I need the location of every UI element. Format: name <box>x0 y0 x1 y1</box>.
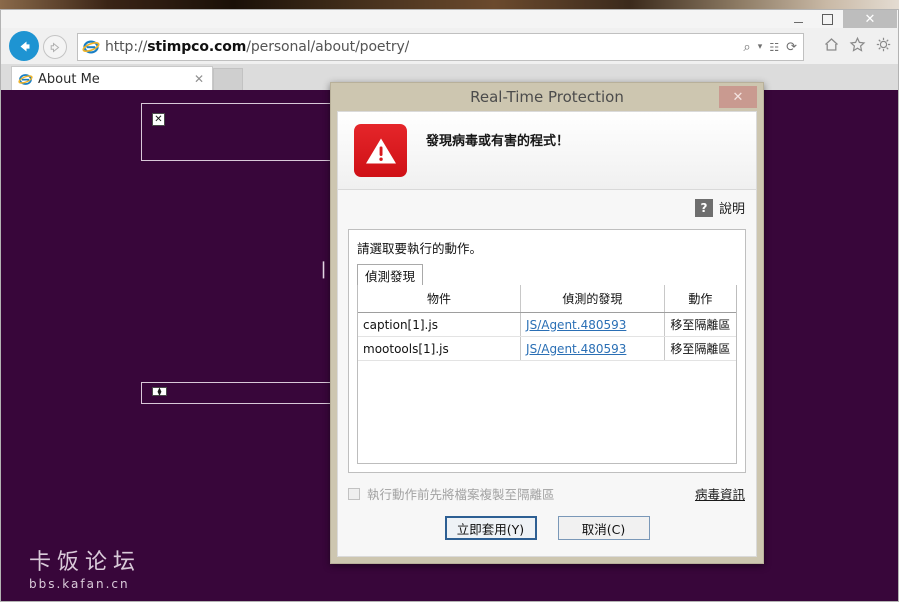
window-minimize-button[interactable] <box>784 10 812 28</box>
dialog-footer: 執行動作前先將檔案複製至隔離區 病毒資訊 立即套用(Y) 取消(C) <box>338 480 756 556</box>
watermark-title: 卡饭论坛 <box>29 550 142 575</box>
help-label: 說明 <box>718 202 745 217</box>
broken-image-icon: ⧫ <box>152 387 167 396</box>
url-scheme: http:// <box>105 39 148 55</box>
minimize-icon <box>793 21 803 23</box>
cell-threat: JS/Agent.480593 <box>520 312 665 337</box>
dialog-header: 發現病毒或有害的程式！ <box>338 112 756 190</box>
gear-icon[interactable] <box>875 36 892 53</box>
watermark: 卡饭论坛 bbs.kafan.cn <box>29 544 141 591</box>
maximize-icon <box>821 13 833 25</box>
back-arrow-icon <box>20 41 29 51</box>
cell-threat: JS/Agent.480593 <box>520 336 665 361</box>
virus-info-link[interactable]: 病毒資訊 <box>695 484 745 503</box>
column-header-action: 動作 <box>664 285 736 313</box>
column-header-threat: 偵測的發現 <box>520 285 665 313</box>
url-path: /personal/about/poetry/ <box>246 39 410 55</box>
url-input[interactable]: http://stimpco.com/personal/about/poetry… <box>77 33 804 61</box>
star-icon[interactable] <box>849 36 866 53</box>
detections-table: 物件 偵測的發現 動作 caption[1].js JS/Agent.48059… <box>358 285 736 361</box>
new-tab-button[interactable] <box>213 68 243 91</box>
window-maximize-button[interactable] <box>813 10 841 28</box>
warning-triangle-icon <box>354 124 407 177</box>
help-button[interactable]: ? 說明 <box>694 198 745 217</box>
table-row[interactable]: caption[1].js JS/Agent.480593 移至隔離區 <box>358 312 736 337</box>
cell-action: 移至隔離區 <box>664 312 736 337</box>
cell-action: 移至隔離區 <box>664 336 736 361</box>
dialog-button-row: 立即套用(Y) 取消(C) <box>338 516 756 540</box>
url-host: stimpco.com <box>147 39 247 55</box>
warning-headline: 發現病毒或有害的程式！ <box>426 134 570 149</box>
internet-explorer-icon <box>82 40 100 54</box>
copy-to-quarantine-checkbox[interactable] <box>348 487 360 500</box>
search-icon[interactable]: ⌕ <box>741 41 752 54</box>
back-button[interactable] <box>9 31 39 61</box>
tab-detections[interactable]: 偵測發現 <box>357 264 424 286</box>
dialog-close-button[interactable]: ✕ <box>719 86 757 108</box>
forward-arrow-icon <box>50 41 59 53</box>
copy-to-quarantine-label: 執行動作前先將檔案複製至隔離區 <box>367 487 555 502</box>
broken-image-icon: ✕ <box>152 113 165 126</box>
browser-titlebar: ✕ <box>1 10 898 28</box>
tab-close-icon[interactable]: ✕ <box>194 72 204 86</box>
dialog-title: Real-Time Protection <box>470 88 624 106</box>
tab-label: About Me <box>38 71 100 87</box>
home-icon[interactable] <box>823 36 840 53</box>
apply-now-button[interactable]: 立即套用(Y) <box>444 516 537 540</box>
url-tools: ⌕ ▾ ☷ ⟳ <box>741 41 803 54</box>
detections-tabpane: 物件 偵測的發現 動作 caption[1].js JS/Agent.48059… <box>357 285 737 464</box>
url-text: http://stimpco.com/personal/about/poetry… <box>105 39 409 55</box>
internet-explorer-icon <box>18 73 33 85</box>
tab-about-me[interactable]: About Me ✕ <box>11 66 213 91</box>
chevron-down-icon[interactable]: ▾ <box>756 42 765 52</box>
forward-button[interactable] <box>43 35 67 59</box>
browser-toolbar-icons <box>823 36 892 53</box>
window-close-button[interactable]: ✕ <box>843 10 897 28</box>
dialog-prompt: 請選取要執行的動作。 <box>357 241 483 256</box>
table-row[interactable]: mootools[1].js JS/Agent.480593 移至隔離區 <box>358 336 736 361</box>
watermark-url: bbs.kafan.cn <box>29 577 130 591</box>
cell-object: mootools[1].js <box>358 336 522 361</box>
dialog-titlebar: Real-Time Protection ✕ <box>331 83 763 111</box>
column-header-object: 物件 <box>358 285 522 313</box>
copy-to-quarantine-checkbox-row[interactable]: 執行動作前先將檔案複製至隔離區 <box>348 484 555 503</box>
refresh-icon[interactable]: ⟳ <box>784 41 799 54</box>
threat-link[interactable]: JS/Agent.480593 <box>526 318 626 332</box>
real-time-protection-dialog: Real-Time Protection ✕ 發現病毒或有害的程式！ ? 說明 <box>330 82 764 564</box>
cell-object: caption[1].js <box>358 312 522 337</box>
dialog-content-panel: 請選取要執行的動作。 偵測發現 物件 偵測的發現 動作 caption[1].j… <box>348 229 746 473</box>
browser-address-bar: http://stimpco.com/personal/about/poetry… <box>1 28 898 64</box>
detections-tabstrip: 偵測發現 <box>357 264 737 286</box>
dialog-body: 發現病毒或有害的程式！ ? 說明 請選取要執行的動作。 偵測發現 物件 偵測的發… <box>337 111 757 557</box>
compatibility-view-icon[interactable]: ☷ <box>767 42 781 53</box>
desktop-wallpaper-strip <box>0 0 899 9</box>
table-header-row: 物件 偵測的發現 動作 <box>358 285 736 313</box>
dialog-help-row: ? 說明 <box>338 190 756 227</box>
threat-link[interactable]: JS/Agent.480593 <box>526 342 626 356</box>
cancel-button[interactable]: 取消(C) <box>557 516 650 540</box>
question-mark-icon: ? <box>694 198 713 217</box>
